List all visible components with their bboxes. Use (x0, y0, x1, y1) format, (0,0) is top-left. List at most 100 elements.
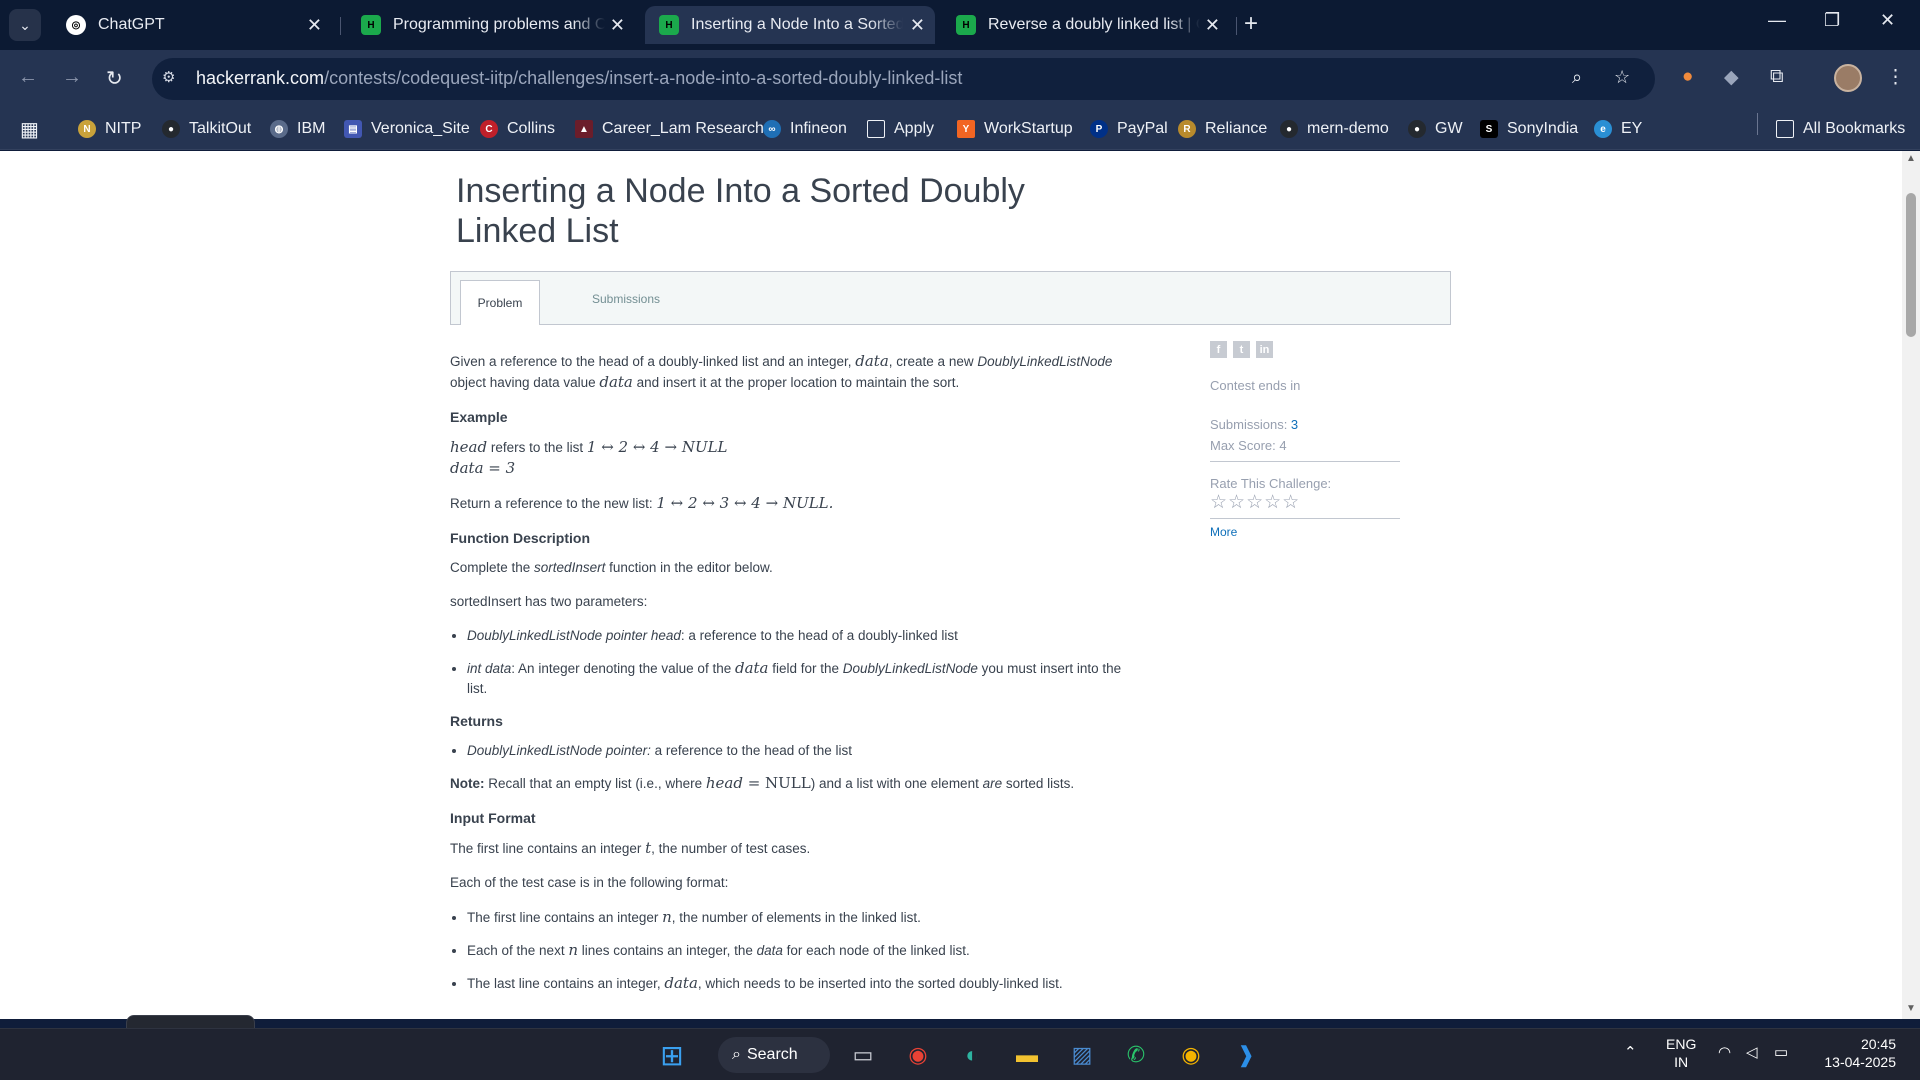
input-format-heading: Input Format (450, 810, 536, 826)
rate-label: Rate This Challenge: (1210, 476, 1332, 491)
wifi-icon[interactable]: ◠ (1718, 1043, 1731, 1061)
tab-reverse-list[interactable]: H Reverse a doubly linked list | Co ✕ (942, 6, 1230, 44)
language-indicator[interactable]: ENG IN (1666, 1035, 1696, 1071)
app-icon[interactable]: ▨ (1062, 1037, 1102, 1073)
tab-programming-problems[interactable]: H Programming problems and Co ✕ (347, 6, 635, 44)
bookmark-gw[interactable]: ● GW (1408, 116, 1463, 142)
forward-button[interactable]: → (62, 66, 82, 89)
bookmark-mern-demo[interactable]: ● mern-demo (1280, 116, 1389, 142)
nitp-icon: N (78, 120, 96, 138)
submissions-link[interactable]: 3 (1291, 417, 1298, 432)
paypal-icon: P (1090, 120, 1108, 138)
vscode-icon[interactable]: ❱ (1226, 1037, 1266, 1073)
tab-chatgpt[interactable]: ◎ ChatGPT ✕ (52, 6, 332, 44)
tab-inserting-node[interactable]: H Inserting a Node Into a Sorted D ✕ (645, 6, 935, 44)
list-item: DoublyLinkedListNode pointer: a referenc… (467, 741, 1140, 761)
close-window-button[interactable]: ✕ (1880, 10, 1895, 31)
minimize-button[interactable]: — (1768, 10, 1786, 31)
bookmark-veronica[interactable]: ▤ Veronica_Site (344, 116, 470, 142)
list-item: The last line contains an integer, data,… (467, 973, 1140, 994)
reload-button[interactable]: ↻ (106, 66, 123, 91)
close-tab-icon[interactable]: ✕ (910, 15, 925, 36)
restore-button[interactable]: ❐ (1824, 10, 1840, 31)
tab-submissions[interactable]: Submissions (592, 292, 660, 306)
extension-shield-icon[interactable]: ◆ (1724, 66, 1739, 89)
close-tab-icon[interactable]: ✕ (1205, 15, 1220, 36)
divider (1210, 518, 1400, 519)
hackerrank-icon: H (659, 15, 679, 35)
edge-icon[interactable]: ◐ (952, 1037, 992, 1073)
bookmark-sonyindia[interactable]: S SonyIndia (1480, 116, 1578, 142)
chrome-icon[interactable]: ◉ (898, 1037, 938, 1073)
bookmark-talkitout[interactable]: ● TalkitOut (162, 116, 251, 142)
return-example: Return a reference to the new list: 1 ↔ … (450, 494, 834, 512)
bookmark-infineon[interactable]: ∞ Infineon (763, 116, 847, 142)
taskbar-search[interactable]: ⌕ Search (718, 1037, 830, 1073)
back-button[interactable]: ← (18, 66, 38, 89)
whatsapp-icon[interactable]: ✆ (1116, 1037, 1156, 1073)
battery-icon[interactable]: ▭ (1774, 1043, 1788, 1061)
ey-icon: e (1594, 120, 1612, 138)
twitter-icon[interactable]: t (1233, 341, 1250, 358)
tab-divider (340, 17, 341, 35)
more-link[interactable]: More (1210, 525, 1400, 539)
reliance-icon: R (1178, 120, 1196, 138)
bookmark-career-lam[interactable]: ▲ Career_Lam Research (575, 116, 764, 142)
task-view-icon[interactable]: ▭ (843, 1037, 883, 1073)
windows-start-icon[interactable]: ⊞ (652, 1037, 692, 1073)
share-buttons: f t in (1210, 341, 1400, 358)
bookmark-ibm[interactable]: ◍ IBM (270, 116, 325, 142)
apps-grid-icon[interactable]: ▦ (20, 116, 39, 142)
bookmarks-divider (1757, 113, 1758, 135)
tab-title: Programming problems and Co (393, 16, 605, 33)
zoom-icon[interactable]: ⌕ (1572, 67, 1582, 88)
new-tab-button[interactable]: + (1244, 10, 1258, 38)
submissions-count: Submissions: 3 (1210, 417, 1299, 432)
bookmark-reliance[interactable]: R Reliance (1178, 116, 1267, 142)
max-score: Max Score: 4 (1210, 438, 1287, 453)
rating-stars[interactable]: ☆☆☆☆☆ (1210, 491, 1400, 514)
address-bar[interactable]: ⚙ hackerrank.com/contests/codequest-iitp… (152, 58, 1655, 100)
tab-search-button[interactable]: ⌄ (9, 9, 41, 41)
tab-divider (1236, 17, 1237, 35)
bookmark-apply[interactable]: Apply (867, 116, 934, 142)
linkedin-icon[interactable]: in (1256, 341, 1273, 358)
all-bookmarks[interactable]: All Bookmarks (1776, 116, 1905, 142)
tab-title: Reverse a doubly linked list | Co (988, 16, 1200, 33)
menu-kebab-icon[interactable]: ⋮ (1886, 66, 1905, 89)
site-icon: ▤ (344, 120, 362, 138)
hackerrank-icon: H (361, 15, 381, 35)
returns-list: DoublyLinkedListNode pointer: a referenc… (467, 741, 1140, 761)
page-scrollbar[interactable]: ▲ ▼ (1902, 151, 1920, 1019)
chrome-profile-icon[interactable]: ◉ (1171, 1037, 1211, 1073)
tab-strip: ⌄ ◎ ChatGPT ✕ H Programming problems and… (0, 0, 1920, 50)
tab-problem[interactable]: Problem (460, 280, 540, 325)
bookmark-paypal[interactable]: P PayPal (1090, 116, 1168, 142)
close-tab-icon[interactable]: ✕ (307, 15, 322, 36)
file-explorer-icon[interactable]: ▬ (1007, 1037, 1047, 1073)
scroll-thumb[interactable] (1906, 193, 1916, 337)
hackerrank-icon: H (956, 15, 976, 35)
bookmark-workstartup[interactable]: Y WorkStartup (957, 116, 1073, 142)
volume-icon[interactable]: ◁ (1746, 1043, 1758, 1061)
extension-icon[interactable]: ● (1682, 66, 1693, 88)
url-text[interactable]: hackerrank.com/contests/codequest-iitp/c… (196, 68, 962, 89)
returns-heading: Returns (450, 713, 503, 729)
tab-title: ChatGPT (98, 16, 165, 33)
clock[interactable]: 20:45 13-04-2025 (1816, 1035, 1896, 1071)
bookmark-collins[interactable]: C Collins (480, 116, 555, 142)
bookmark-ey[interactable]: e EY (1594, 116, 1642, 142)
browser-window: ⌄ ◎ ChatGPT ✕ H Programming problems and… (0, 0, 1920, 1028)
facebook-icon[interactable]: f (1210, 341, 1227, 358)
scroll-down-icon[interactable]: ▼ (1906, 1003, 1916, 1014)
close-tab-icon[interactable]: ✕ (610, 15, 625, 36)
bookmark-star-icon[interactable]: ☆ (1614, 67, 1630, 88)
scroll-up-icon[interactable]: ▲ (1906, 153, 1916, 164)
site-info-icon[interactable]: ⚙ (162, 68, 184, 90)
sony-icon: S (1480, 120, 1498, 138)
profile-avatar[interactable] (1834, 64, 1862, 92)
show-hidden-icons[interactable]: ⌃ (1624, 1043, 1637, 1061)
contest-ends: Contest ends in (1210, 378, 1301, 393)
extensions-puzzle-icon[interactable]: ⧉ (1770, 66, 1784, 88)
bookmark-nitp[interactable]: N NITP (78, 116, 141, 142)
